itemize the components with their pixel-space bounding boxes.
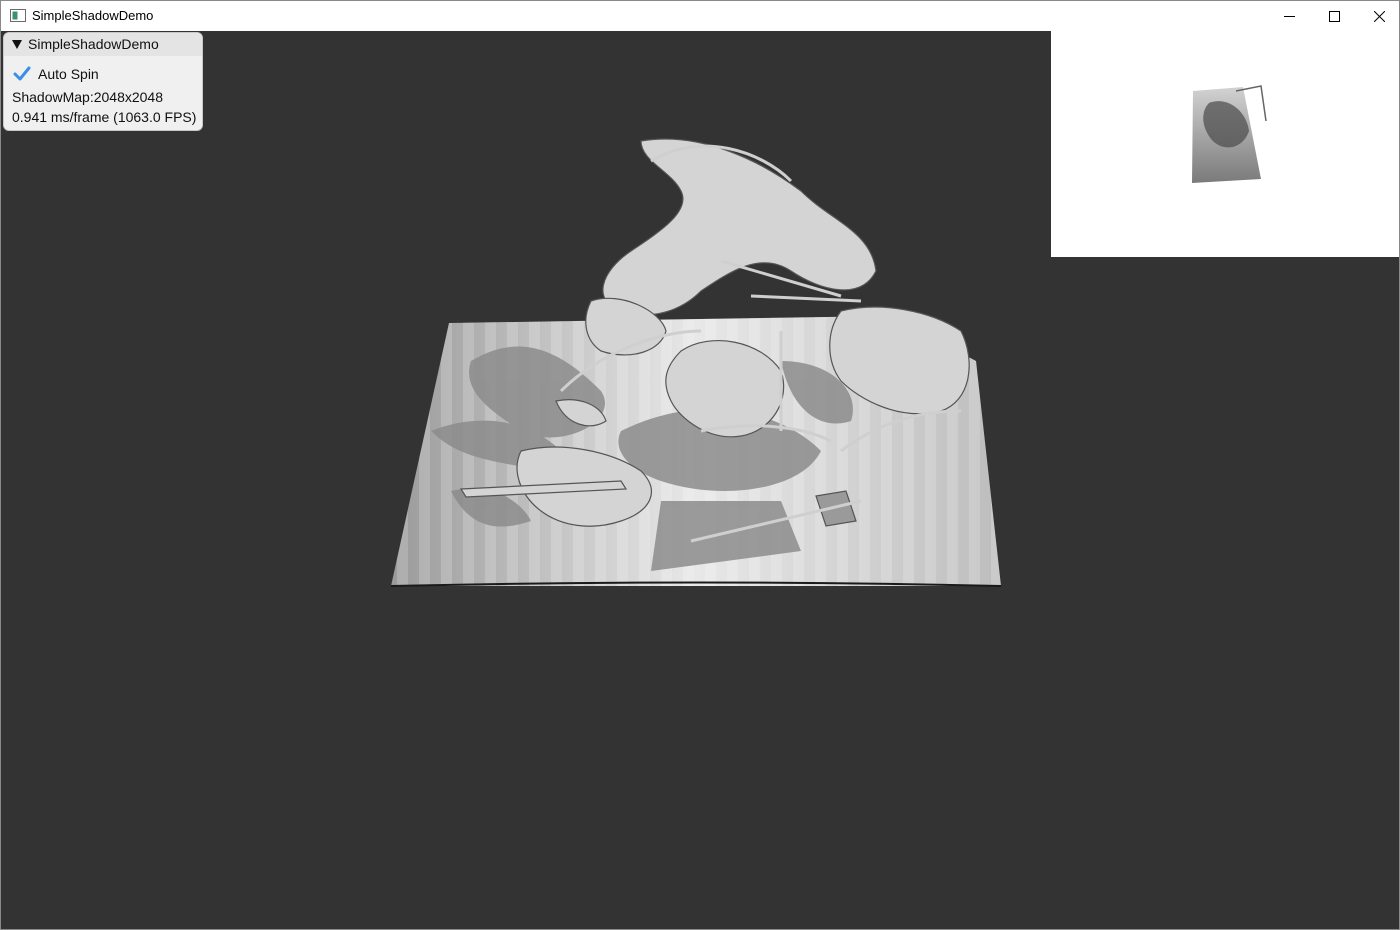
app-window: SimpleShadowDemo SimpleShadowDemo Auto S…: [0, 0, 1400, 930]
app-icon: [10, 9, 26, 22]
frame-stats: 0.941 ms/frame (1063.0 FPS): [12, 109, 197, 125]
panel-title: SimpleShadowDemo: [28, 36, 159, 52]
minimize-icon: [1283, 15, 1295, 17]
auto-spin-label[interactable]: Auto Spin: [38, 66, 99, 82]
panel-header[interactable]: SimpleShadowDemo: [4, 33, 202, 56]
maximize-button[interactable]: [1311, 1, 1357, 31]
window-title: SimpleShadowDemo: [32, 8, 154, 23]
minimize-button[interactable]: [1266, 1, 1312, 31]
shadow-map-image: [1192, 85, 1267, 183]
collapse-arrow-icon[interactable]: [12, 40, 22, 49]
title-bar[interactable]: SimpleShadowDemo: [1, 1, 1399, 31]
imgui-settings-panel: SimpleShadowDemo Auto Spin ShadowMap:204…: [3, 32, 203, 131]
shadow-map-preview: [1051, 31, 1399, 257]
auto-spin-checkbox[interactable]: [12, 64, 32, 84]
close-icon: [1373, 10, 1385, 22]
close-button[interactable]: [1356, 1, 1399, 31]
maximize-icon: [1328, 10, 1340, 22]
shadow-map-info: ShadowMap:2048x2048: [12, 89, 164, 105]
checkmark-icon: [13, 66, 31, 81]
